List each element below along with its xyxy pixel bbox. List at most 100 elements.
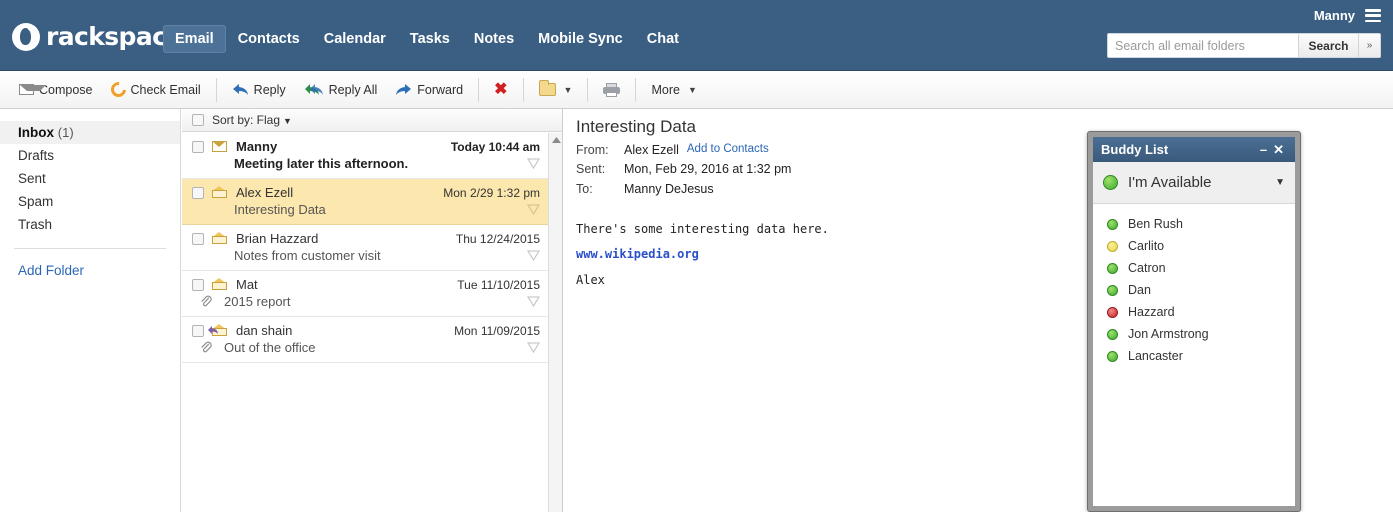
message-checkbox[interactable] xyxy=(192,278,204,291)
delete-x-icon: ✖ xyxy=(494,80,508,98)
nav-item-contacts[interactable]: Contacts xyxy=(226,25,312,53)
envelope-open-icon xyxy=(211,232,230,244)
message-date: Today 10:44 am xyxy=(450,139,540,154)
attachment-icon xyxy=(200,295,218,308)
nav-item-chat[interactable]: Chat xyxy=(635,25,691,53)
flag-icon[interactable] xyxy=(527,204,540,215)
sort-by-label: Sort by: Flag xyxy=(212,113,281,127)
minimize-icon[interactable]: – xyxy=(1257,142,1270,157)
nav-item-tasks[interactable]: Tasks xyxy=(398,25,462,53)
sort-by-button[interactable]: Sort by: Flag ▼ xyxy=(212,113,292,127)
buddy-name: Jon Armstrong xyxy=(1128,327,1209,341)
reply-arrow-icon xyxy=(232,84,248,95)
chevron-down-icon: ▼ xyxy=(1275,177,1285,188)
buddy-item[interactable]: Dan xyxy=(1093,279,1295,301)
app-header: rackspace. Email Contacts Calendar Tasks… xyxy=(0,0,1393,71)
compose-label: Compose xyxy=(39,82,93,97)
buddy-list-titlebar: Buddy List – ✕ xyxy=(1093,137,1295,162)
print-button[interactable] xyxy=(594,79,629,101)
buddy-item[interactable]: Ben Rush xyxy=(1093,213,1295,235)
compose-button[interactable]: Compose xyxy=(10,79,102,101)
sidebar-item-trash[interactable]: Trash xyxy=(0,213,180,236)
message-checkbox[interactable] xyxy=(192,140,204,153)
status-dot-icon xyxy=(1107,328,1118,340)
status-dot-icon xyxy=(1107,306,1118,318)
chevron-down-icon: ▼ xyxy=(283,116,292,126)
more-label: More xyxy=(651,82,680,97)
scroll-up-icon[interactable] xyxy=(549,133,563,147)
search-options-icon[interactable]: » xyxy=(1358,34,1380,57)
move-to-folder-button[interactable]: ▼ xyxy=(530,79,582,100)
message-sender: dan shain xyxy=(236,323,293,338)
nav-item-notes[interactable]: Notes xyxy=(462,25,526,53)
close-icon[interactable]: ✕ xyxy=(1270,142,1287,158)
message-row[interactable]: Mat Tue 11/10/2015 2015 report xyxy=(182,271,548,317)
message-row[interactable]: Brian Hazzard Thu 12/24/2015 Notes from … xyxy=(182,225,548,271)
buddy-item[interactable]: Carlito xyxy=(1093,235,1295,257)
envelope-replied-icon xyxy=(208,324,230,336)
buddy-name: Carlito xyxy=(1128,239,1165,253)
from-value: Alex Ezell xyxy=(624,143,679,157)
printer-icon xyxy=(603,82,621,97)
more-button[interactable]: More ▼ xyxy=(642,79,705,101)
sidebar-item-spam[interactable]: Spam xyxy=(0,190,180,213)
status-dot-icon xyxy=(1103,175,1118,190)
menu-icon[interactable] xyxy=(1365,9,1381,22)
chevron-down-icon: ▼ xyxy=(563,84,573,95)
sidebar-item-inbox[interactable]: Inbox (1) xyxy=(0,121,180,144)
buddy-name: Catron xyxy=(1128,261,1166,275)
to-label: To: xyxy=(576,181,593,196)
folder-label: Inbox xyxy=(18,125,54,140)
check-email-button[interactable]: Check Email xyxy=(102,78,210,101)
nav-item-email[interactable]: Email xyxy=(163,25,226,53)
forward-button[interactable]: Forward xyxy=(386,79,472,101)
buddy-item[interactable]: Hazzard xyxy=(1093,301,1295,323)
search-input[interactable] xyxy=(1108,34,1298,57)
message-row[interactable]: Alex Ezell Mon 2/29 1:32 pm Interesting … xyxy=(182,179,548,225)
reply-button[interactable]: Reply xyxy=(223,79,295,101)
email-body-link[interactable]: www.wikipedia.org xyxy=(576,247,699,261)
from-label: From: xyxy=(576,143,609,157)
message-list-scrollbar[interactable] xyxy=(548,133,562,512)
delete-button[interactable]: ✖ xyxy=(485,78,516,102)
reply-all-label: Reply All xyxy=(328,82,378,97)
message-checkbox[interactable] xyxy=(192,324,204,337)
add-to-contacts-link[interactable]: Add to Contacts xyxy=(687,141,769,160)
buddy-name: Hazzard xyxy=(1128,305,1175,319)
sidebar-item-drafts[interactable]: Drafts xyxy=(0,144,180,167)
message-list: Sort by: Flag ▼ Manny Today 10:44 am Meet… xyxy=(182,109,563,512)
flag-icon[interactable] xyxy=(527,342,540,353)
to-value: Manny DeJesus xyxy=(624,181,714,196)
flag-icon[interactable] xyxy=(527,158,540,169)
flag-icon[interactable] xyxy=(527,250,540,261)
sent-value: Mon, Feb 29, 2016 at 1:32 pm xyxy=(624,162,792,177)
folder-sidebar: Inbox (1) Drafts Sent Spam Trash Add Fol… xyxy=(0,109,181,512)
user-area: Manny xyxy=(1314,8,1381,23)
message-date: Mon 2/29 1:32 pm xyxy=(443,185,540,200)
message-sender: Alex Ezell xyxy=(236,185,294,200)
forward-arrow-icon xyxy=(396,84,412,95)
envelope-icon xyxy=(19,84,46,95)
search-button[interactable]: Search xyxy=(1298,34,1358,57)
buddy-item[interactable]: Lancaster xyxy=(1093,345,1295,367)
user-name[interactable]: Manny xyxy=(1314,8,1355,23)
message-subject: Out of the office xyxy=(224,340,316,355)
toolbar-divider xyxy=(215,77,217,102)
message-subject: Interesting Data xyxy=(234,202,326,217)
message-row[interactable]: Manny Today 10:44 am Meeting later this … xyxy=(182,133,548,179)
sidebar-item-sent[interactable]: Sent xyxy=(0,167,180,190)
buddy-item[interactable]: Jon Armstrong xyxy=(1093,323,1295,345)
reply-arrow-overlay-icon xyxy=(208,326,218,334)
flag-icon[interactable] xyxy=(527,296,540,307)
select-all-checkbox[interactable] xyxy=(192,114,204,126)
message-row[interactable]: dan shain Mon 11/09/2015 Out of the offi… xyxy=(182,317,548,363)
nav-item-mobile-sync[interactable]: Mobile Sync xyxy=(526,25,635,53)
reply-all-button[interactable]: Reply All xyxy=(295,79,387,101)
message-checkbox[interactable] xyxy=(192,232,204,245)
add-folder-link[interactable]: Add Folder xyxy=(0,263,180,278)
forward-label: Forward xyxy=(417,82,464,97)
buddy-status-selector[interactable]: I'm Available ▼ xyxy=(1093,162,1295,204)
nav-item-calendar[interactable]: Calendar xyxy=(312,25,398,53)
message-checkbox[interactable] xyxy=(192,186,204,199)
buddy-item[interactable]: Catron xyxy=(1093,257,1295,279)
